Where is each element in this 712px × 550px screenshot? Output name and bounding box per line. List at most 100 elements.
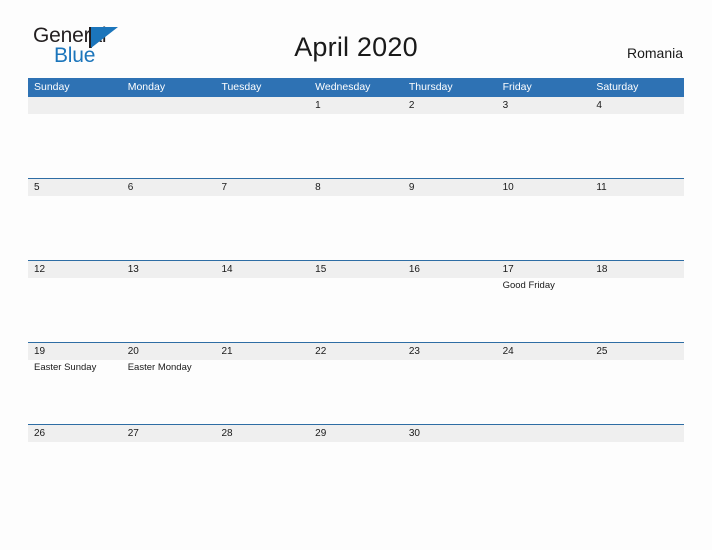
- day-cell[interactable]: [215, 442, 309, 462]
- day-cell[interactable]: [403, 278, 497, 342]
- calendar-grid: Sunday Monday Tuesday Wednesday Thursday…: [28, 78, 684, 462]
- week-date-band: 26 27 28 29 30: [28, 425, 684, 442]
- day-cell[interactable]: [28, 196, 122, 260]
- day-number[interactable]: 24: [497, 343, 591, 360]
- day-number[interactable]: 11: [590, 179, 684, 196]
- week-row: 5 6 7 8 9 10 11: [28, 178, 684, 260]
- day-cell[interactable]: [309, 196, 403, 260]
- day-number[interactable]: 13: [122, 261, 216, 278]
- day-cell[interactable]: [215, 360, 309, 424]
- weekday-header-wednesday: Wednesday: [315, 81, 371, 93]
- day-number[interactable]: 20: [122, 343, 216, 360]
- day-number[interactable]: 15: [309, 261, 403, 278]
- week-date-band: 12 13 14 15 16 17 18: [28, 261, 684, 278]
- weekday-header-saturday: Saturday: [596, 81, 639, 93]
- day-cell[interactable]: [215, 196, 309, 260]
- day-cell[interactable]: [122, 442, 216, 462]
- week-date-band: 5 6 7 8 9 10 11: [28, 179, 684, 196]
- day-number[interactable]: 19: [28, 343, 122, 360]
- day-cell[interactable]: [215, 114, 309, 178]
- week-date-band: 19 20 21 22 23 24 25: [28, 343, 684, 360]
- day-cell[interactable]: [309, 442, 403, 462]
- day-cell[interactable]: [28, 114, 122, 178]
- day-number[interactable]: 27: [122, 425, 216, 442]
- day-number[interactable]: 21: [215, 343, 309, 360]
- day-number[interactable]: 23: [403, 343, 497, 360]
- day-number[interactable]: 12: [28, 261, 122, 278]
- week-row: 26 27 28 29 30: [28, 424, 684, 462]
- day-number[interactable]: 26: [28, 425, 122, 442]
- day-cell[interactable]: Good Friday: [497, 278, 591, 342]
- week-event-body: [28, 196, 684, 260]
- day-number[interactable]: [28, 97, 122, 114]
- day-cell[interactable]: [590, 196, 684, 260]
- day-number[interactable]: 14: [215, 261, 309, 278]
- week-event-body: [28, 442, 684, 462]
- day-cell[interactable]: [403, 114, 497, 178]
- day-number[interactable]: 3: [497, 97, 591, 114]
- weekday-header-sunday: Sunday: [34, 81, 70, 93]
- day-number[interactable]: 2: [403, 97, 497, 114]
- day-number[interactable]: 5: [28, 179, 122, 196]
- week-row: 12 13 14 15 16 17 18 Good Friday: [28, 260, 684, 342]
- day-number[interactable]: 9: [403, 179, 497, 196]
- holiday-label: Easter Monday: [127, 362, 192, 373]
- day-cell[interactable]: [403, 196, 497, 260]
- day-cell[interactable]: [122, 196, 216, 260]
- day-number[interactable]: 25: [590, 343, 684, 360]
- day-cell[interactable]: [309, 278, 403, 342]
- day-cell[interactable]: [309, 114, 403, 178]
- day-number[interactable]: [122, 97, 216, 114]
- day-cell[interactable]: Easter Sunday: [28, 360, 122, 424]
- day-number[interactable]: 29: [309, 425, 403, 442]
- day-cell[interactable]: [309, 360, 403, 424]
- weekday-header-monday: Monday: [127, 81, 166, 93]
- week-row: 1 2 3 4: [28, 97, 684, 178]
- day-cell[interactable]: [497, 196, 591, 260]
- day-number[interactable]: 28: [215, 425, 309, 442]
- day-cell[interactable]: [497, 442, 591, 462]
- day-cell[interactable]: [403, 360, 497, 424]
- day-number[interactable]: 30: [403, 425, 497, 442]
- day-cell[interactable]: [590, 278, 684, 342]
- day-cell[interactable]: Easter Monday: [122, 360, 216, 424]
- region-label: Romania: [626, 45, 683, 61]
- day-number[interactable]: 1: [309, 97, 403, 114]
- day-number[interactable]: 17: [497, 261, 591, 278]
- weekday-header-row: Sunday Monday Tuesday Wednesday Thursday…: [28, 78, 684, 97]
- weekday-header-thursday: Thursday: [408, 81, 453, 93]
- page-header: General Blue April 2020 Romania: [0, 0, 712, 67]
- week-row: 19 20 21 22 23 24 25 Easter Sunday Easte…: [28, 342, 684, 424]
- page-title: April 2020: [294, 32, 418, 62]
- holiday-label: Good Friday: [502, 280, 555, 291]
- day-cell[interactable]: [497, 114, 591, 178]
- day-number[interactable]: 16: [403, 261, 497, 278]
- day-cell[interactable]: [215, 278, 309, 342]
- weekday-header-friday: Friday: [502, 81, 532, 93]
- day-number[interactable]: [497, 425, 591, 442]
- day-cell[interactable]: [122, 278, 216, 342]
- day-number[interactable]: 7: [215, 179, 309, 196]
- week-event-body: Easter Sunday Easter Monday: [28, 360, 684, 424]
- day-number[interactable]: [215, 97, 309, 114]
- day-number[interactable]: 10: [497, 179, 591, 196]
- week-event-body: [28, 114, 684, 178]
- day-cell[interactable]: [497, 360, 591, 424]
- day-number[interactable]: 4: [590, 97, 684, 114]
- week-event-body: Good Friday: [28, 278, 684, 342]
- day-number[interactable]: 8: [309, 179, 403, 196]
- day-number[interactable]: 6: [122, 179, 216, 196]
- day-cell[interactable]: [590, 442, 684, 462]
- holiday-label: Easter Sunday: [34, 362, 97, 373]
- day-cell[interactable]: [28, 442, 122, 462]
- day-cell[interactable]: [590, 360, 684, 424]
- day-cell[interactable]: [403, 442, 497, 462]
- day-number[interactable]: 18: [590, 261, 684, 278]
- day-number[interactable]: [590, 425, 684, 442]
- day-number[interactable]: 22: [309, 343, 403, 360]
- week-date-band: 1 2 3 4: [28, 97, 684, 114]
- day-cell[interactable]: [122, 114, 216, 178]
- weekday-header-tuesday: Tuesday: [221, 81, 262, 93]
- day-cell[interactable]: [590, 114, 684, 178]
- day-cell[interactable]: [28, 278, 122, 342]
